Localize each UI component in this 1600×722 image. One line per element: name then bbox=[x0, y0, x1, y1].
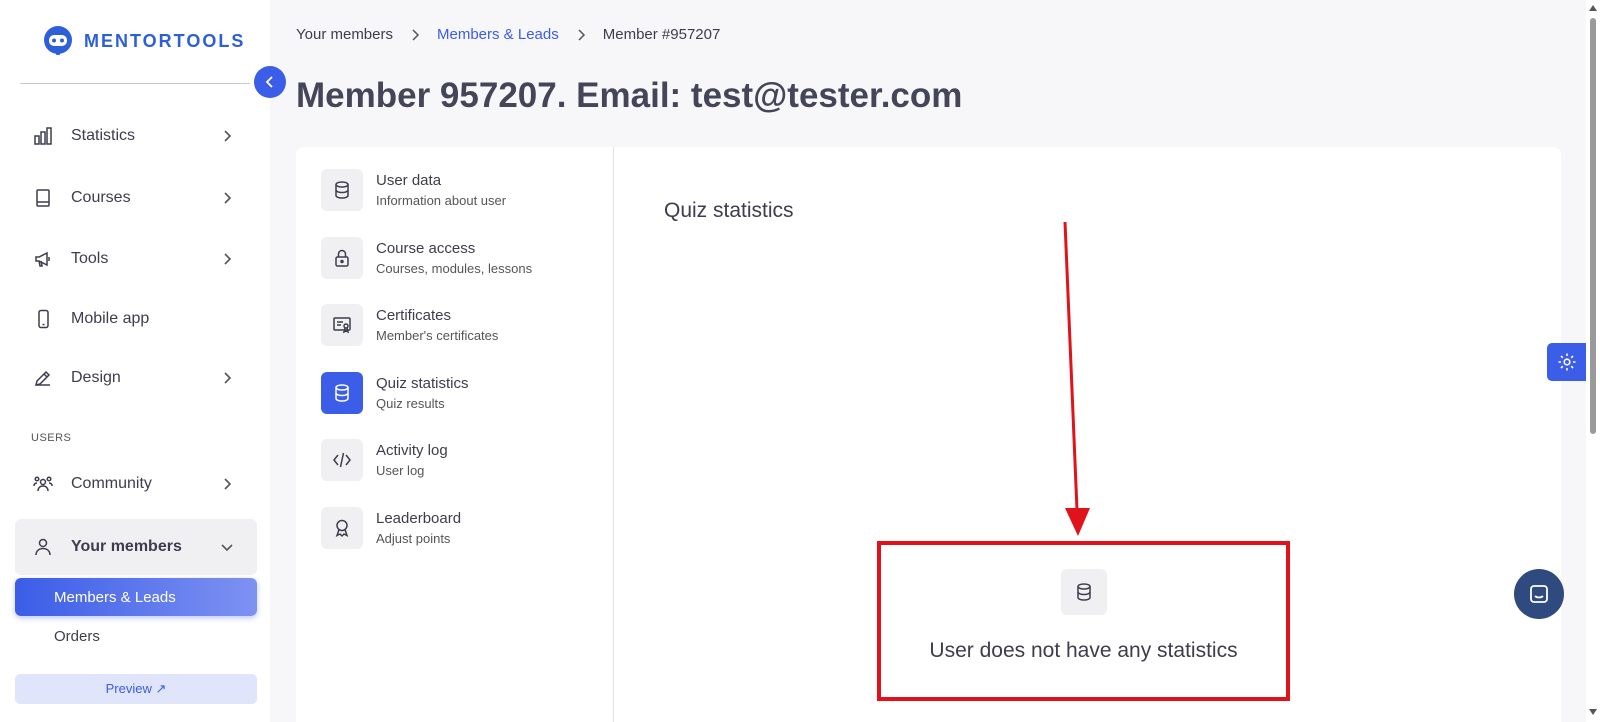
chat-widget-button[interactable] bbox=[1514, 569, 1564, 619]
sidebar-subitem-orders[interactable]: Orders bbox=[15, 617, 257, 655]
sidebar-item-your-members[interactable]: Your members bbox=[15, 519, 257, 575]
chevron-down-icon bbox=[221, 544, 233, 552]
bar-chart-icon bbox=[33, 126, 53, 146]
scroll-down-icon[interactable] bbox=[1588, 708, 1598, 716]
sidebar-item-community[interactable]: Community bbox=[15, 462, 257, 506]
menu-item-subtitle: Adjust points bbox=[376, 531, 451, 546]
card-divider bbox=[613, 147, 614, 722]
certificate-icon bbox=[321, 304, 363, 346]
brand-name: MENTORTOOLS bbox=[84, 30, 246, 51]
sidebar-item-label: Community bbox=[71, 475, 152, 492]
menu-item-title: Certificates bbox=[376, 307, 452, 324]
sidebar: MENTORTOOLS Statistics Courses Tools Mob… bbox=[0, 0, 270, 722]
robot-logo-icon bbox=[44, 26, 72, 55]
menu-item-subtitle: User log bbox=[376, 463, 425, 478]
member-menu-user-data[interactable]: User data Information about user bbox=[321, 169, 506, 211]
sidebar-item-statistics[interactable]: Statistics bbox=[15, 114, 257, 158]
code-icon bbox=[321, 439, 363, 481]
breadcrumb-item-members-leads[interactable]: Members & Leads bbox=[437, 26, 559, 43]
database-icon bbox=[321, 372, 363, 414]
menu-item-title: Activity log bbox=[376, 442, 448, 459]
sidebar-item-label: Courses bbox=[71, 189, 131, 206]
content-title: Quiz statistics bbox=[664, 199, 794, 222]
member-menu-leaderboard[interactable]: Leaderboard Adjust points bbox=[321, 507, 461, 549]
chevron-right-icon bbox=[412, 28, 420, 41]
chevron-left-icon bbox=[265, 76, 273, 88]
member-detail-card: User data Information about user Course … bbox=[296, 147, 1561, 722]
member-menu-course-access[interactable]: Course access Courses, modules, lessons bbox=[321, 237, 532, 279]
scrollbar-thumb[interactable] bbox=[1590, 18, 1596, 434]
menu-item-subtitle: Member's certificates bbox=[376, 328, 499, 343]
chevron-right-icon bbox=[224, 192, 232, 204]
database-icon bbox=[1060, 569, 1107, 615]
user-icon bbox=[33, 537, 53, 557]
sidebar-item-label: Tools bbox=[71, 250, 109, 267]
sidebar-subitem-members-leads[interactable]: Members & Leads bbox=[15, 578, 257, 616]
empty-state-highlight: User does not have any statistics bbox=[877, 541, 1290, 701]
sidebar-item-label: Mobile app bbox=[71, 310, 150, 327]
member-menu-activity-log[interactable]: Activity log User log bbox=[321, 439, 448, 481]
menu-item-title: User data bbox=[376, 172, 442, 189]
sidebar-item-design[interactable]: Design bbox=[15, 356, 257, 400]
member-menu-certificates[interactable]: Certificates Member's certificates bbox=[321, 304, 498, 346]
megaphone-icon bbox=[33, 249, 53, 269]
gear-icon bbox=[1558, 353, 1576, 371]
brand-logo[interactable]: MENTORTOOLS bbox=[42, 25, 245, 57]
breadcrumb-item-your-members[interactable]: Your members bbox=[296, 26, 393, 43]
member-menu-quiz-statistics[interactable]: Quiz statistics Quiz results bbox=[321, 372, 469, 414]
chevron-right-icon bbox=[578, 28, 585, 41]
collapse-sidebar-button[interactable] bbox=[254, 66, 286, 98]
page-title: Member 957207. Email: test@tester.com bbox=[296, 76, 963, 115]
award-icon bbox=[321, 507, 363, 549]
menu-item-title: Leaderboard bbox=[376, 510, 462, 527]
users-icon bbox=[33, 474, 53, 494]
chevron-right-icon bbox=[224, 372, 232, 384]
lock-icon bbox=[321, 237, 363, 279]
chat-icon bbox=[1530, 585, 1548, 603]
chevron-right-icon bbox=[224, 478, 232, 490]
database-icon bbox=[321, 169, 363, 211]
sidebar-item-label: Statistics bbox=[71, 127, 136, 144]
breadcrumb-item-current: Member #957207 bbox=[602, 26, 721, 43]
menu-item-subtitle: Courses, modules, lessons bbox=[376, 261, 533, 276]
page-scrollbar[interactable] bbox=[1586, 0, 1600, 722]
sidebar-item-label: Design bbox=[71, 369, 121, 386]
menu-item-subtitle: Quiz results bbox=[376, 396, 445, 411]
empty-state-message: User does not have any statistics bbox=[929, 639, 1238, 662]
menu-item-title: Course access bbox=[376, 240, 476, 257]
sidebar-item-courses[interactable]: Courses bbox=[15, 176, 257, 220]
sidebar-item-mobile-app[interactable]: Mobile app bbox=[15, 297, 257, 341]
settings-tab[interactable] bbox=[1547, 343, 1587, 381]
chevron-right-icon bbox=[224, 253, 232, 265]
menu-item-title: Quiz statistics bbox=[376, 375, 469, 392]
preview-button[interactable]: Preview ↗ bbox=[15, 674, 257, 704]
book-icon bbox=[33, 188, 53, 208]
breadcrumb: Your members Members & Leads Member #957… bbox=[296, 26, 720, 43]
sidebar-item-tools[interactable]: Tools bbox=[15, 237, 257, 281]
chevron-right-icon bbox=[224, 130, 232, 142]
pencil-icon bbox=[33, 368, 53, 388]
sidebar-divider bbox=[20, 83, 250, 84]
section-label-users: USERS bbox=[31, 432, 72, 444]
menu-item-subtitle: Information about user bbox=[376, 193, 507, 208]
phone-icon bbox=[33, 309, 53, 329]
scroll-up-icon[interactable] bbox=[1588, 4, 1598, 12]
sidebar-item-label: Your members bbox=[71, 538, 182, 555]
